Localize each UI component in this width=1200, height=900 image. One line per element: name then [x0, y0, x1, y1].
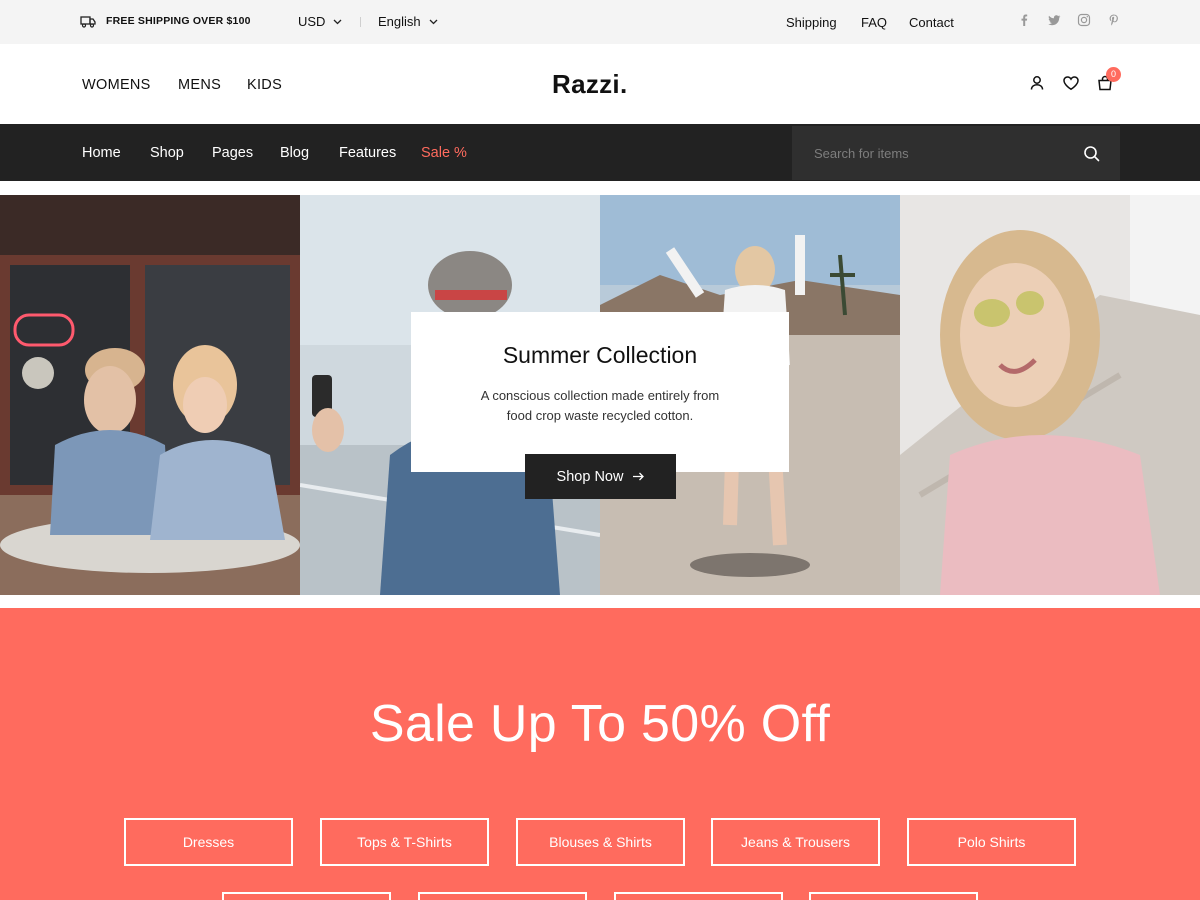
sale-category-tops[interactable]: Tops & T-Shirts — [320, 818, 489, 866]
contact-link[interactable]: Contact — [909, 15, 954, 30]
sale-category-button[interactable] — [418, 892, 587, 900]
shipping-link[interactable]: Shipping — [786, 15, 837, 30]
nav-blog[interactable]: Blog — [280, 145, 309, 161]
facebook-icon[interactable] — [1017, 13, 1031, 27]
nav-pages[interactable]: Pages — [212, 145, 253, 161]
instagram-icon[interactable] — [1077, 13, 1091, 27]
search-box — [792, 126, 1120, 180]
sale-category-jeans[interactable]: Jeans & Trousers — [711, 818, 880, 866]
hero-image-1 — [0, 195, 300, 595]
shop-now-button[interactable]: Shop Now — [525, 454, 676, 499]
cart-count-badge: 0 — [1106, 67, 1121, 82]
faq-link[interactable]: FAQ — [861, 15, 887, 30]
hero-image-4 — [900, 195, 1200, 595]
twitter-icon[interactable] — [1047, 13, 1061, 27]
user-icon[interactable] — [1028, 74, 1046, 92]
hero-description: A conscious collection made entirely fro… — [480, 388, 720, 423]
currency-value: USD — [298, 14, 326, 29]
nav-features[interactable]: Features — [339, 145, 396, 161]
category-kids[interactable]: KIDS — [247, 77, 282, 93]
sale-category-button[interactable] — [222, 892, 391, 900]
arrow-right-icon — [633, 472, 645, 481]
free-shipping-note: FREE SHIPPING OVER $100 — [80, 14, 251, 28]
chevron-down-icon — [333, 19, 342, 24]
nav-home[interactable]: Home — [82, 145, 121, 161]
main-nav: Home Shop Pages Blog Features Sale % — [0, 124, 1200, 181]
truck-icon — [80, 16, 96, 28]
language-select[interactable]: English — [378, 14, 438, 29]
sale-category-dresses[interactable]: Dresses — [124, 818, 293, 866]
currency-select[interactable]: USD — [298, 14, 342, 29]
main-header: WOMENS MENS KIDS Razzi. 0 — [0, 44, 1200, 124]
site-logo[interactable]: Razzi. — [552, 69, 627, 100]
search-input[interactable] — [814, 142, 1074, 164]
heart-icon[interactable] — [1062, 74, 1080, 92]
shipping-text: FREE SHIPPING OVER $100 — [106, 15, 251, 27]
hero-title: Summer Collection — [502, 342, 698, 368]
search-icon[interactable] — [1083, 145, 1100, 162]
pinterest-icon[interactable] — [1107, 13, 1121, 27]
hero-card: Summer Collection A conscious collection… — [411, 312, 789, 472]
sale-category-polo[interactable]: Polo Shirts — [907, 818, 1076, 866]
category-mens[interactable]: MENS — [178, 77, 221, 93]
sale-section: Sale Up To 50% Off Dresses Tops & T-Shir… — [0, 608, 1200, 900]
top-bar: FREE SHIPPING OVER $100 USD English Ship… — [0, 0, 1200, 44]
nav-shop[interactable]: Shop — [150, 145, 184, 161]
hero-banner: Summer Collection A conscious collection… — [0, 195, 1200, 595]
language-value: English — [378, 14, 421, 29]
sale-category-button[interactable] — [614, 892, 783, 900]
sale-title: Sale Up To 50% Off — [369, 695, 831, 753]
category-womens[interactable]: WOMENS — [82, 77, 151, 93]
sale-category-button[interactable] — [809, 892, 978, 900]
shop-now-label: Shop Now — [556, 468, 624, 485]
chevron-down-icon — [429, 19, 438, 24]
nav-sale[interactable]: Sale % — [421, 145, 467, 161]
sale-category-blouses[interactable]: Blouses & Shirts — [516, 818, 685, 866]
divider — [360, 17, 361, 27]
